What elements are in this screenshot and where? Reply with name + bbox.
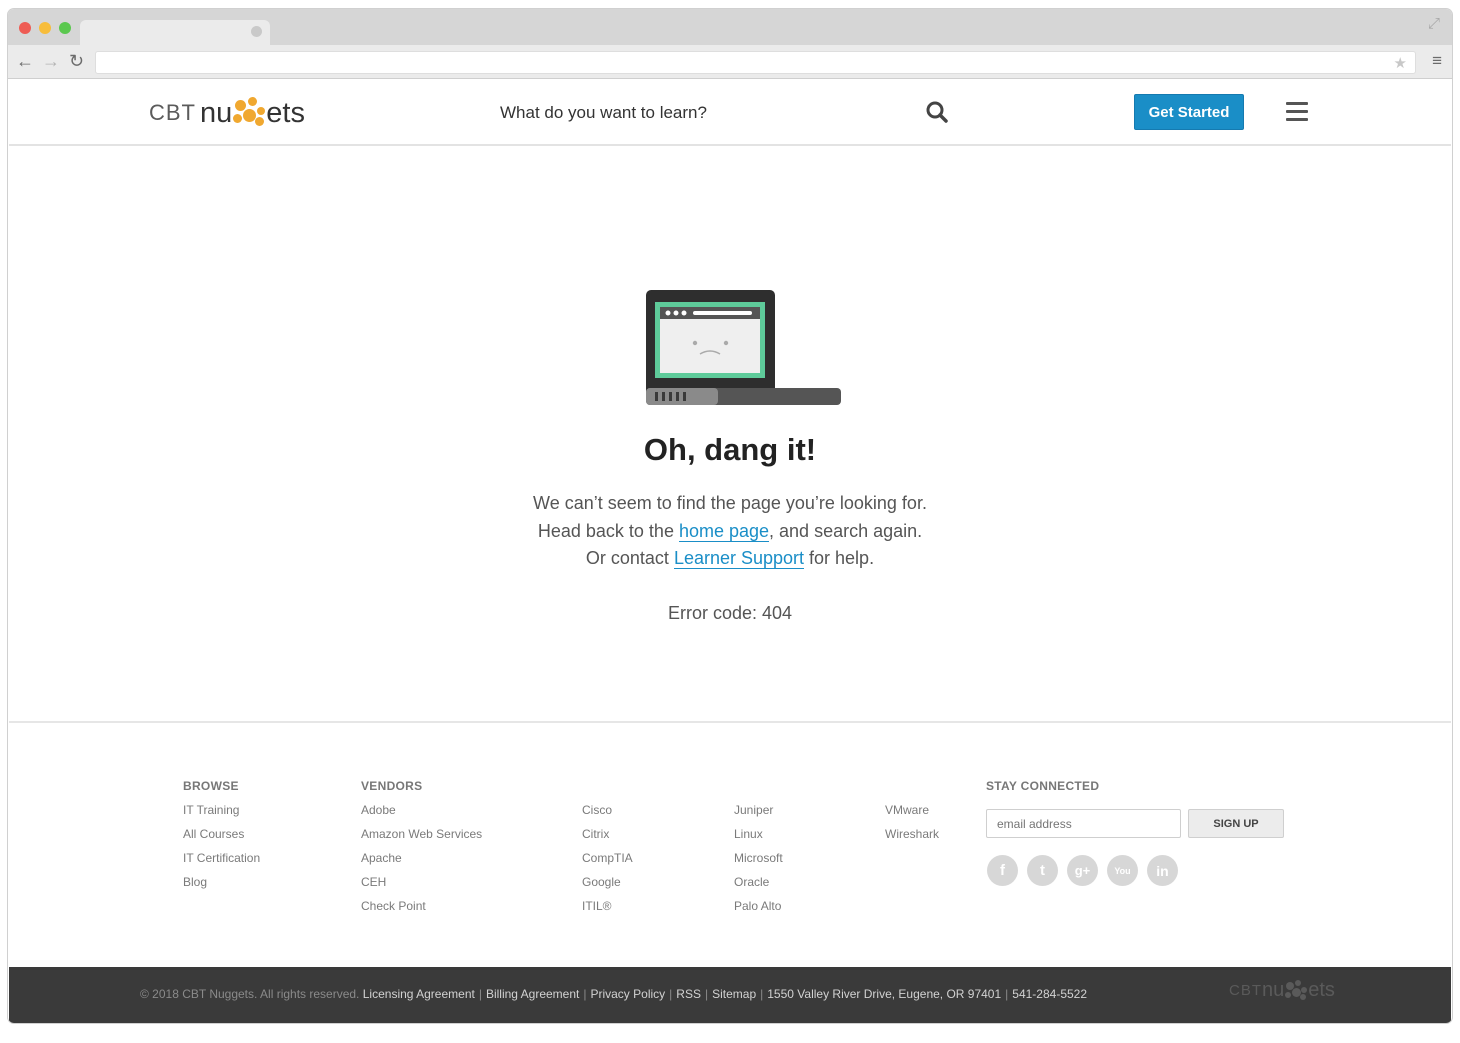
minimize-window-button[interactable]	[39, 22, 51, 34]
vendor-link[interactable]: Citrix	[582, 827, 609, 841]
footer-logo-ets: ets	[1308, 979, 1335, 1001]
logo-nu-text: nu	[200, 96, 233, 129]
copyright-text: © 2018 CBT Nuggets. All rights reserved.	[140, 987, 360, 1001]
browser-tab[interactable]	[80, 20, 270, 45]
vendor-link[interactable]: Google	[582, 875, 621, 889]
vendor-link[interactable]: Linux	[734, 827, 763, 841]
billing-agreement-link[interactable]: Billing Agreement	[486, 987, 579, 1001]
footer-logo[interactable]: CBT nu ets	[1229, 979, 1335, 1002]
footer-logo-nu: nu	[1262, 979, 1285, 1001]
fullscreen-icon[interactable]: ⤢	[1428, 15, 1440, 32]
site-footer: BROWSE IT Training All Courses IT Certif…	[9, 723, 1451, 967]
search-prompt[interactable]: What do you want to learn?	[500, 103, 707, 123]
vendor-link[interactable]: Adobe	[361, 803, 396, 817]
vendor-link[interactable]: Juniper	[734, 803, 773, 817]
email-field[interactable]	[986, 809, 1181, 838]
logo-dots-icon	[233, 97, 266, 129]
footer-logo-cbt: CBT	[1229, 982, 1262, 999]
linkedin-icon[interactable]: in	[1147, 855, 1178, 886]
back-arrow-icon[interactable]: ←	[16, 51, 34, 71]
licensing-agreement-link[interactable]: Licensing Agreement	[363, 987, 475, 1001]
forward-arrow-icon[interactable]: →	[42, 51, 60, 71]
search-icon[interactable]	[925, 100, 949, 124]
maximize-window-button[interactable]	[59, 22, 71, 34]
legal-bar: © 2018 CBT Nuggets. All rights reserved.…	[9, 967, 1451, 1023]
bookmark-star-icon[interactable]: ★	[1394, 54, 1407, 72]
vendor-link[interactable]: Check Point	[361, 899, 426, 913]
browse-heading: BROWSE	[183, 779, 239, 793]
error-message-line2: Head back to the home page, and search a…	[9, 521, 1451, 542]
logo-cbt-text: CBT	[149, 100, 196, 125]
facebook-icon[interactable]: f	[987, 855, 1018, 886]
youtube-icon[interactable]: You	[1107, 855, 1138, 886]
footer-link-it-training[interactable]: IT Training	[183, 803, 239, 817]
sign-up-button[interactable]: SIGN UP	[1188, 809, 1284, 838]
vendor-link[interactable]: CEH	[361, 875, 386, 889]
rss-link[interactable]: RSS	[676, 987, 701, 1001]
browser-toolbar: ← → ↻ ★ ≡	[8, 45, 1452, 79]
logo-ets-text: ets	[266, 96, 305, 129]
error-line2-prefix: Head back to the	[537, 521, 679, 541]
reload-icon[interactable]: ↻	[69, 51, 84, 71]
cbt-nuggets-logo[interactable]: CBT nu ets	[149, 96, 305, 130]
error-line3-prefix: Or contact	[585, 548, 674, 568]
vendor-link[interactable]: ITIL®	[582, 899, 612, 913]
address-text: 1550 Valley River Drive, Eugene, OR 9740…	[767, 987, 1002, 1001]
stay-connected-heading: STAY CONNECTED	[986, 779, 1100, 793]
vendor-link[interactable]: Apache	[361, 851, 402, 865]
vendor-link[interactable]: Microsoft	[734, 851, 783, 865]
vendors-heading: VENDORS	[361, 779, 423, 793]
google-plus-icon[interactable]: g+	[1067, 855, 1098, 886]
get-started-button[interactable]: Get Started	[1134, 94, 1244, 130]
error-title: Oh, dang it!	[643, 432, 817, 467]
address-bar[interactable]: ★	[95, 51, 1416, 74]
error-message-line1: We can’t seem to find the page you’re lo…	[533, 493, 927, 513]
home-page-link[interactable]: home page	[678, 521, 770, 542]
error-message-line3: Or contact Learner Support for help.	[9, 548, 1451, 569]
legal-text: © 2018 CBT Nuggets. All rights reserved.…	[140, 987, 1088, 1001]
vendor-link[interactable]: Wireshark	[885, 827, 939, 841]
vendor-link[interactable]: VMware	[885, 803, 929, 817]
hamburger-menu-icon[interactable]	[1286, 102, 1308, 122]
twitter-icon[interactable]: t	[1027, 855, 1058, 886]
error-line2-suffix: , and search again.	[769, 521, 923, 541]
browser-menu-icon[interactable]: ≡	[1432, 51, 1442, 71]
error-line3-suffix: for help.	[804, 548, 875, 568]
vendor-link[interactable]: Oracle	[734, 875, 769, 889]
browser-titlebar: ⤢	[8, 9, 1452, 45]
learner-support-link[interactable]: Learner Support	[673, 548, 805, 569]
footer-link-all-courses[interactable]: All Courses	[183, 827, 244, 841]
privacy-policy-link[interactable]: Privacy Policy	[590, 987, 665, 1001]
broken-laptop-illustration	[646, 290, 841, 405]
site-header: CBT nu ets What do you want to learn? Ge…	[9, 80, 1451, 146]
vendor-link[interactable]: Palo Alto	[734, 899, 781, 913]
footer-logo-dots-icon	[1285, 979, 1308, 1002]
error-code: Error code: 404	[667, 603, 793, 623]
close-window-button[interactable]	[19, 22, 31, 34]
vendor-link[interactable]: Amazon Web Services	[361, 827, 482, 841]
phone-text: 541-284-5522	[1012, 987, 1088, 1001]
browser-window: ⤢ ← → ↻ ★ ≡ CBT nu ets What do you want …	[8, 9, 1452, 1023]
tab-close-icon[interactable]	[251, 26, 262, 37]
vendor-link[interactable]: CompTIA	[582, 851, 633, 865]
web-page: CBT nu ets What do you want to learn? Ge…	[9, 80, 1451, 1023]
vendor-link[interactable]: Cisco	[582, 803, 612, 817]
footer-link-blog[interactable]: Blog	[183, 875, 207, 889]
sitemap-link[interactable]: Sitemap	[712, 987, 756, 1001]
footer-link-it-certification[interactable]: IT Certification	[183, 851, 260, 865]
